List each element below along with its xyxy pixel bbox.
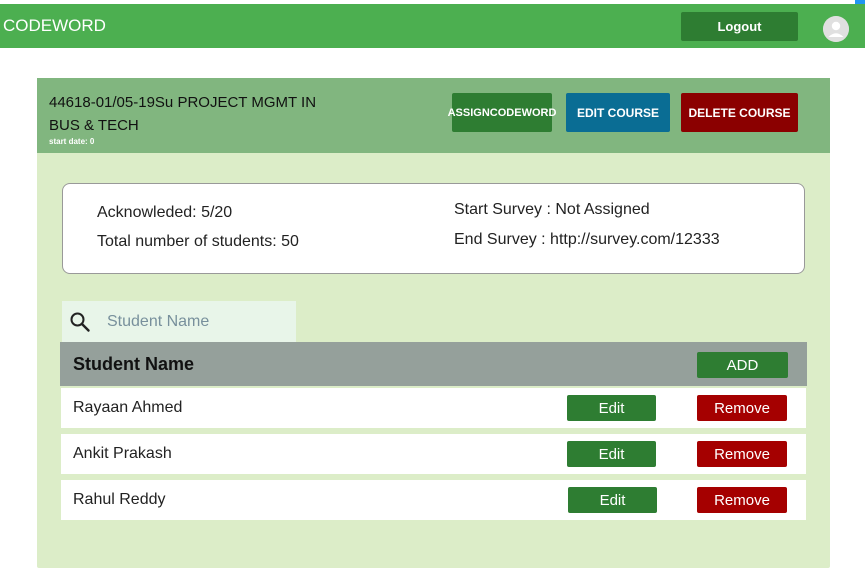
assign-codeword-label-line2: CODEWORD [489, 106, 557, 119]
acknowledged-count: Acknowleded: 5/20 [97, 204, 233, 221]
delete-course-button[interactable]: DELETE COURSE [681, 93, 798, 132]
app-brand: CODEWORD [3, 16, 106, 35]
assign-codeword-label-line1: ASSIGN [447, 106, 490, 119]
edit-student-button[interactable]: Edit [568, 487, 657, 513]
assign-codeword-button[interactable]: ASSIGN CODEWORD [448, 93, 556, 132]
student-name: Rahul Reddy [73, 491, 166, 508]
course-header: 44618-01/05-19Su PROJECT MGMT IN BUS & T… [37, 78, 830, 153]
end-survey-link: End Survey : http://survey.com/12333 [454, 231, 720, 248]
search-icon [69, 311, 91, 338]
edit-student-button[interactable]: Edit [567, 395, 656, 421]
remove-student-button[interactable]: Remove [697, 487, 787, 513]
student-search [62, 301, 296, 343]
students-table-header: Student Name ADD [60, 342, 807, 386]
student-search-input[interactable] [107, 301, 287, 343]
table-row: Ankit Prakash Edit Remove [61, 434, 806, 474]
user-avatar-icon[interactable] [823, 16, 849, 42]
top-app-bar: CODEWORD Logout [0, 0, 865, 48]
course-stats-panel: Acknowleded: 5/20 Total number of studen… [62, 183, 805, 274]
window-corner-accent [855, 0, 865, 4]
course-card: 44618-01/05-19Su PROJECT MGMT IN BUS & T… [37, 78, 830, 568]
logout-button[interactable]: Logout [681, 12, 798, 41]
start-survey-status: Start Survey : Not Assigned [454, 201, 650, 218]
course-start-date: start date: 0 [49, 137, 95, 146]
edit-student-button[interactable]: Edit [567, 441, 656, 467]
add-student-button[interactable]: ADD [697, 352, 788, 378]
table-row: Rayaan Ahmed Edit Remove [61, 388, 806, 428]
course-title: 44618-01/05-19Su PROJECT MGMT IN BUS & T… [49, 94, 317, 134]
remove-student-button[interactable]: Remove [697, 441, 787, 467]
table-row: Rahul Reddy Edit Remove [61, 480, 806, 520]
student-name: Rayaan Ahmed [73, 399, 183, 416]
remove-student-button[interactable]: Remove [697, 395, 787, 421]
total-students-count: Total number of students: 50 [97, 233, 299, 250]
edit-course-button[interactable]: EDIT COURSE [566, 93, 670, 132]
student-name: Ankit Prakash [73, 445, 172, 462]
student-name-column-header: Student Name [73, 354, 195, 374]
